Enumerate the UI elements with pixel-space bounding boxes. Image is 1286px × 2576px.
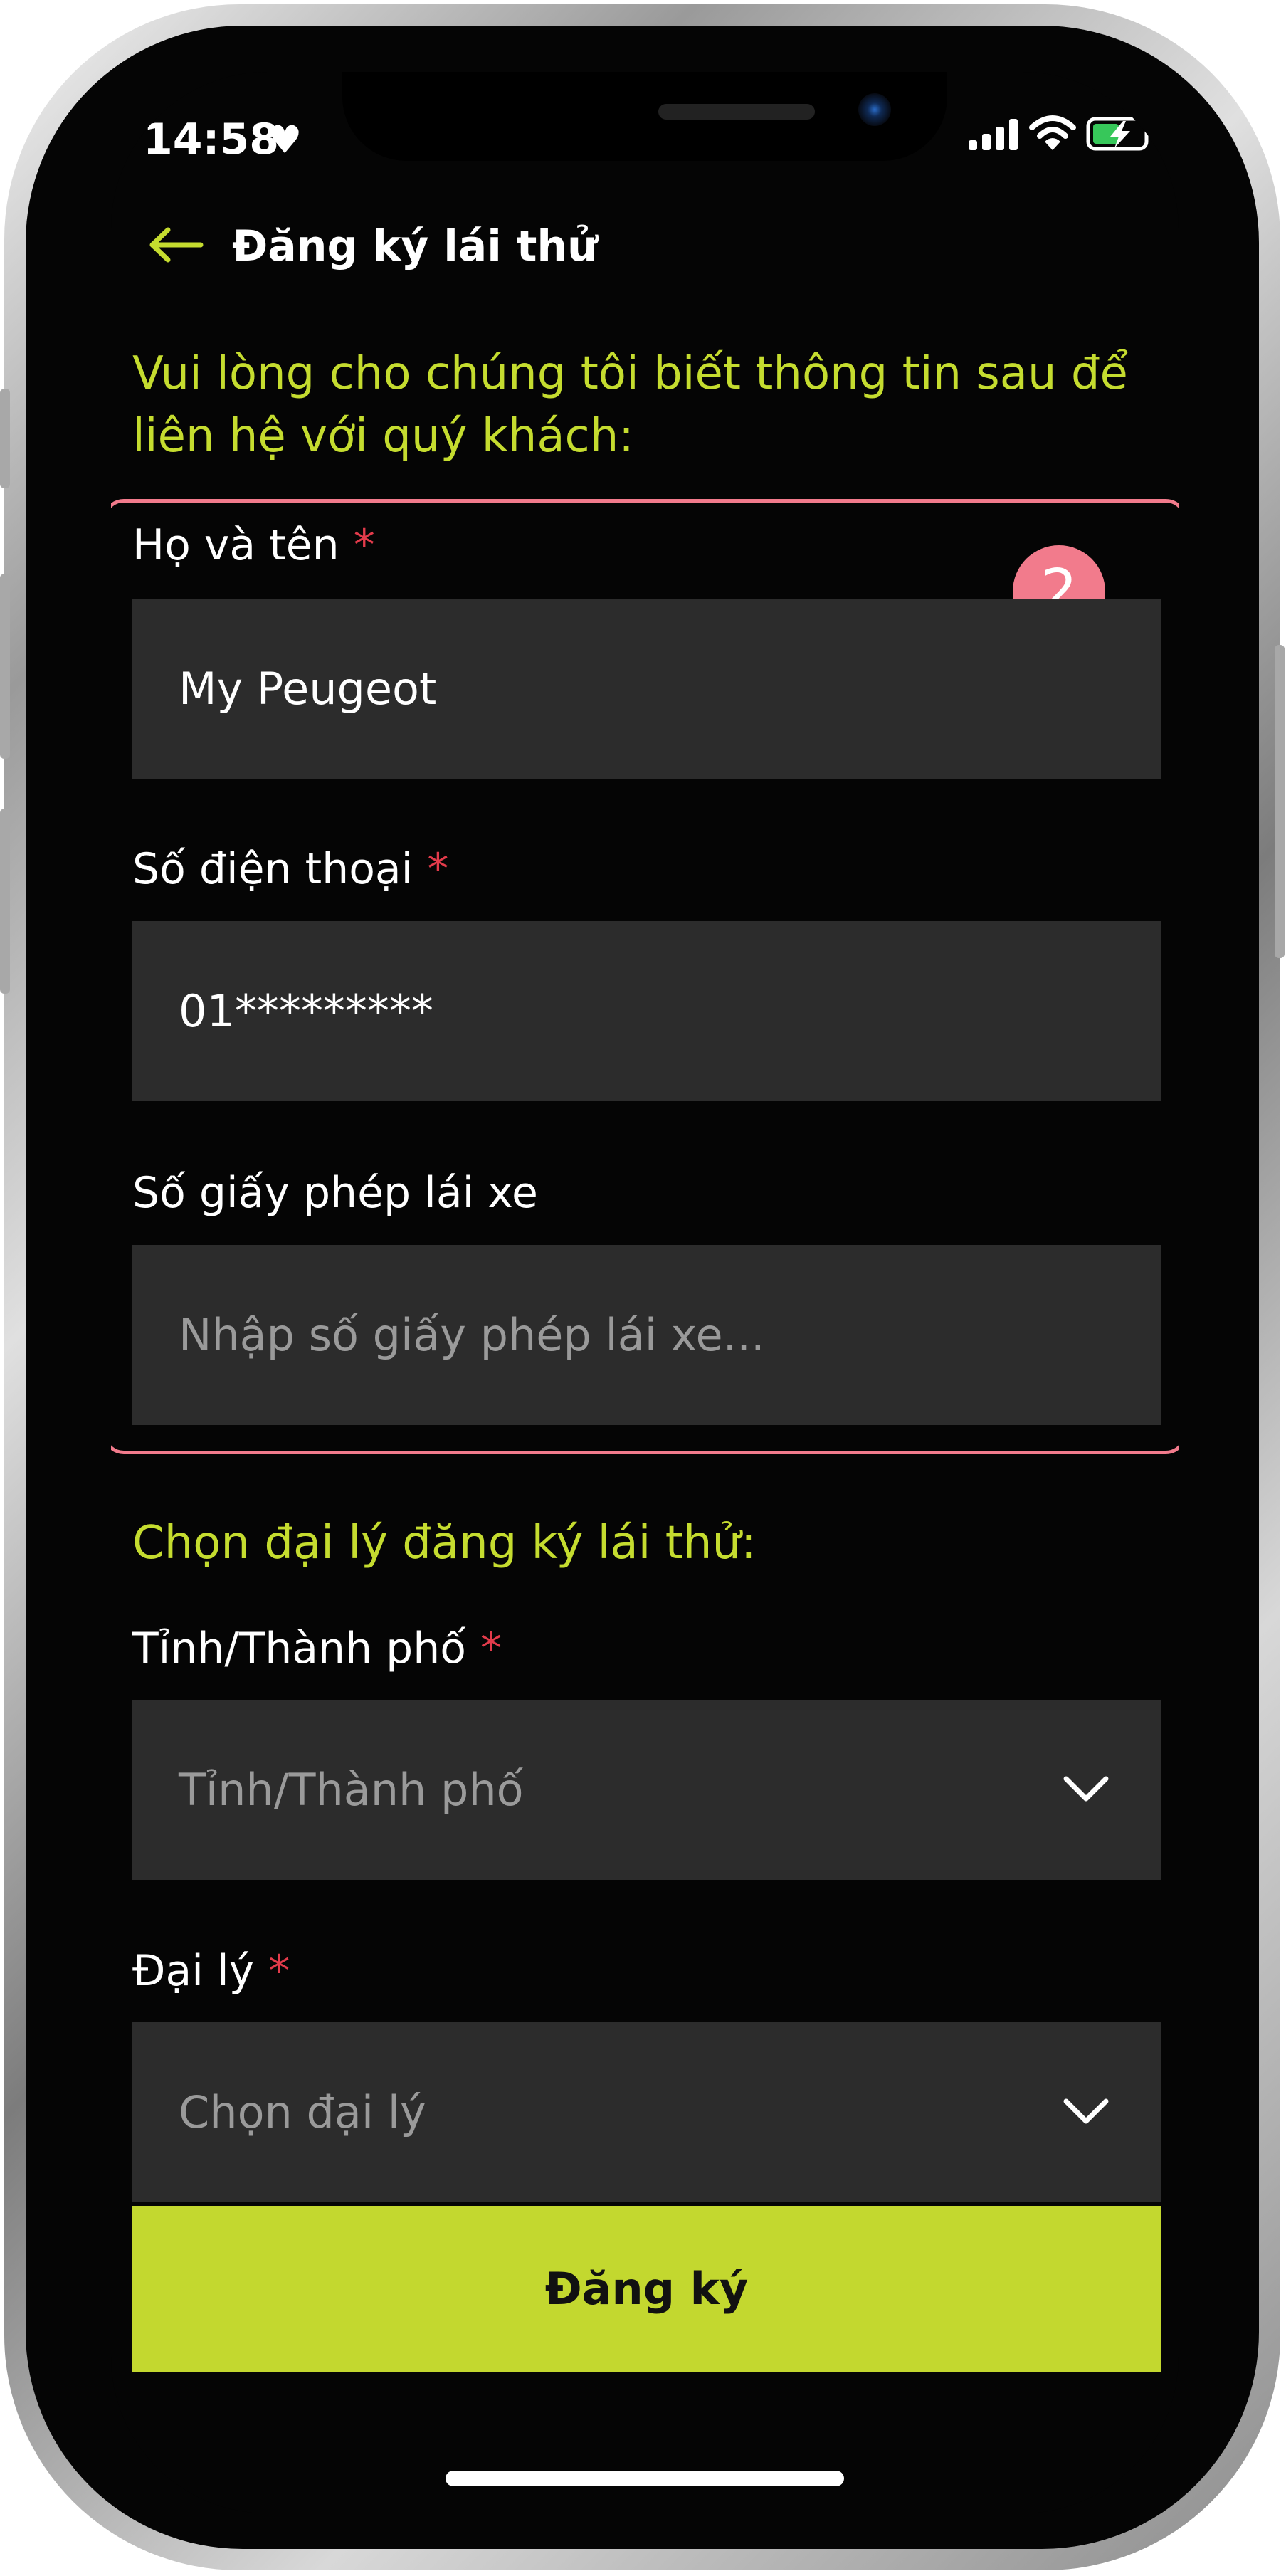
app-screen: 14:58 ♥ Đăng ký lái thử Vui lòng cho chú… — [111, 72, 1179, 2513]
front-camera — [858, 93, 891, 126]
phone-frame: 14:58 ♥ Đăng ký lái thử Vui lòng cho chú… — [0, 4, 1285, 2570]
phone-label: Số điện thoại * — [132, 844, 449, 894]
signal-icon — [969, 119, 1018, 150]
heart-icon: ♥ — [268, 117, 302, 162]
name-label: Họ và tên * — [132, 520, 375, 570]
dealer-label: Đại lý * — [132, 1946, 290, 1996]
city-select[interactable]: Tỉnh/Thành phố — [132, 1700, 1161, 1880]
home-indicator[interactable] — [446, 2471, 844, 2486]
intro-text: Vui lòng cho chúng tôi biết thông tin sa… — [132, 347, 1128, 463]
wifi-icon — [1029, 115, 1076, 150]
notch — [342, 72, 947, 161]
required-mark: * — [353, 520, 375, 570]
volume-up-button — [0, 574, 10, 759]
status-time: 14:58 — [143, 115, 279, 164]
required-mark: * — [427, 844, 449, 894]
city-label: Tỉnh/Thành phố * — [132, 1624, 502, 1673]
name-input[interactable]: My Peugeot — [132, 599, 1161, 779]
dealer-select[interactable]: Chọn đại lý — [132, 2022, 1161, 2202]
license-input[interactable]: Nhập số giấy phép lái xe... — [132, 1245, 1161, 1425]
volume-down-button — [0, 809, 10, 994]
chevron-down-icon — [1063, 1776, 1109, 1802]
required-mark: * — [480, 1624, 502, 1673]
page-title: Đăng ký lái thử — [232, 221, 598, 271]
required-mark: * — [268, 1946, 290, 1996]
battery-charging-icon — [1086, 117, 1155, 151]
mute-switch — [0, 389, 10, 488]
register-button[interactable]: Đăng ký — [132, 2206, 1161, 2372]
chevron-down-icon — [1063, 2098, 1109, 2124]
speaker-grille — [658, 104, 815, 120]
power-button — [1275, 645, 1285, 958]
phone-input[interactable]: 01********* — [132, 921, 1161, 1101]
back-arrow-icon[interactable] — [147, 227, 204, 263]
license-label: Số giấy phép lái xe — [132, 1168, 538, 1218]
dealer-section-title: Chọn đại lý đăng ký lái thử: — [132, 1517, 757, 1570]
